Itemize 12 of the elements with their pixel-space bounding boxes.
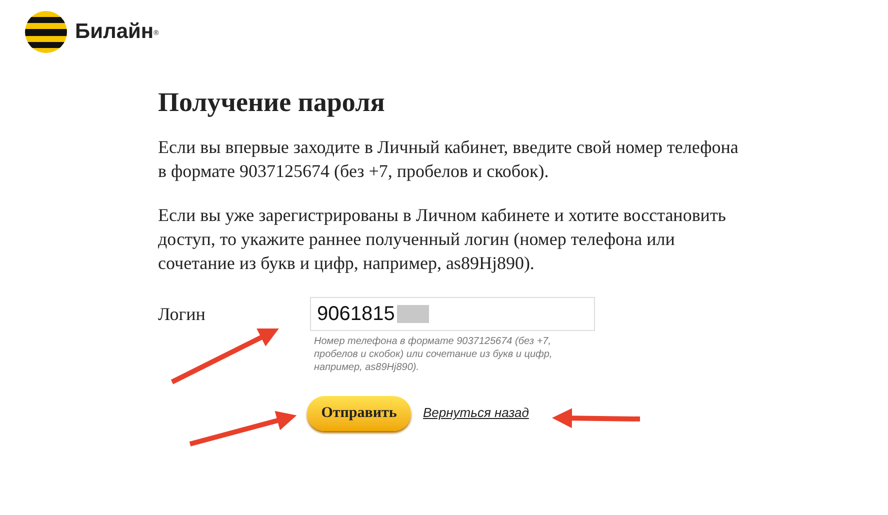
back-link[interactable]: Вернуться назад <box>423 403 529 423</box>
field-label: Логин <box>158 302 206 326</box>
masked-digits <box>396 304 429 322</box>
field-hint: Номер телефона в формате 9037125674 (без +7, пробелов и скобок) или сочетание из букв и цифр, например, as89Hj890). <box>314 334 554 374</box>
page-title: Получение пароля <box>158 86 386 119</box>
paragraph: Если вы уже зарегистрированы в Личном кабинете и хотите восстановить доступ, то укажите раннее полученный логин (номер телефона или сочетание из букв и цифр, например, as89Hj890). <box>158 204 728 274</box>
input-field[interactable]: 9061815 <box>310 296 595 330</box>
paragraph: Если вы впервые заходите в Личный кабинет, введите свой номер телефона в формате 9037125674 (без +7, пробелов и скобок). <box>158 136 740 182</box>
submit-button[interactable]: Отправить <box>307 396 411 430</box>
field-value: 9061815 <box>317 302 395 326</box>
logo-icon <box>25 11 67 53</box>
brand-name: Билайн$^{®}$ <box>75 19 159 46</box>
